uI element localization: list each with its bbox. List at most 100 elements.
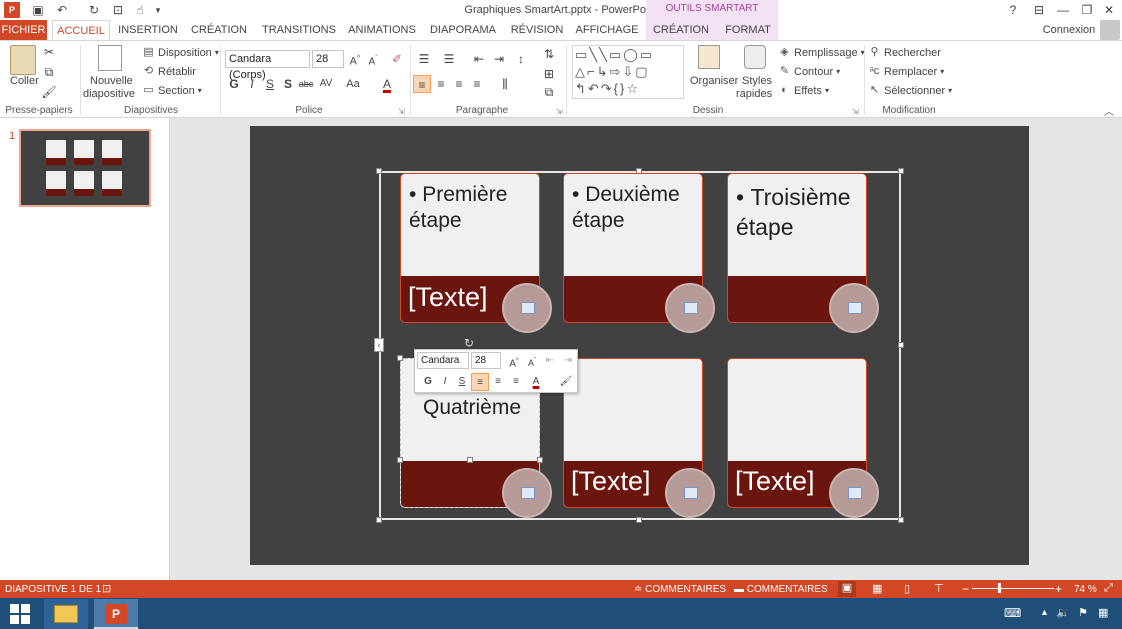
resize-handle[interactable] [636, 517, 642, 523]
picture-placeholder[interactable] [502, 468, 552, 518]
new-slide-icon[interactable] [98, 45, 122, 71]
card-bullet-text[interactable]: Quatrième [423, 395, 521, 421]
section-button[interactable]: ▭ Section ▾ [142, 84, 201, 97]
select-button[interactable]: ↖ Sélectionner ▾ [868, 84, 952, 97]
change-case-button[interactable]: Aa [344, 75, 362, 93]
shadow-button[interactable]: S [279, 75, 297, 93]
text-placeholder[interactable]: [Texte] [571, 466, 651, 497]
find-button[interactable]: ⚲ Rechercher [868, 46, 940, 59]
quick-styles-label-2[interactable]: rapides [736, 88, 772, 100]
windows-start-icon[interactable] [10, 604, 30, 624]
picture-placeholder[interactable] [502, 283, 552, 333]
network-icon[interactable]: ▦ [1098, 606, 1108, 619]
card-bullet-text[interactable]: • Deuxième étape [572, 182, 702, 234]
mini-font-combo[interactable]: Candara [417, 352, 469, 369]
new-slide-label-2[interactable]: diapositive [83, 88, 135, 100]
line-spacing-icon[interactable]: ↕ [512, 50, 530, 68]
help-button[interactable]: ? [1002, 1, 1024, 19]
shape-effects-button[interactable]: ◐ Effets ▾ [778, 84, 829, 97]
format-painter-icon[interactable]: 🖌 [40, 83, 58, 101]
strikethrough-button[interactable]: abc [297, 75, 315, 93]
tab-smartart-design[interactable]: CRÉATION [650, 20, 712, 40]
resize-handle[interactable] [898, 517, 904, 523]
mini-align-left-icon[interactable]: ≡ [471, 373, 489, 391]
align-right-icon[interactable]: ≡ [450, 75, 468, 93]
resize-handle[interactable] [898, 342, 904, 348]
mini-shrink-font-icon[interactable]: Aˇ [523, 352, 541, 370]
powerpoint-taskbar-button[interactable]: P [94, 599, 138, 629]
reset-button[interactable]: ⟲ Rétablir [142, 65, 196, 78]
shape-handle[interactable] [397, 355, 403, 361]
columns-icon[interactable]: ⫼ [496, 75, 514, 93]
paste-icon[interactable] [10, 45, 36, 75]
new-slide-label-1[interactable]: Nouvelle [90, 75, 133, 87]
comments-button[interactable]: ▬ COMMENTAIRES [734, 584, 828, 595]
align-center-icon[interactable]: ≡ [432, 75, 450, 93]
fit-to-window-icon[interactable]: ⤢ [1104, 582, 1113, 595]
keyboard-icon[interactable]: ⌨ [1004, 606, 1021, 620]
tab-transitions[interactable]: TRANSITIONS [262, 20, 336, 40]
clear-format-icon[interactable]: ✐ [388, 50, 406, 68]
tab-design[interactable]: CRÉATION [188, 20, 250, 40]
zoom-out-icon[interactable]: − [962, 582, 969, 596]
zoom-slider-thumb[interactable] [998, 583, 1001, 593]
convert-smartart-icon[interactable]: ⧉ [540, 83, 558, 101]
shape-fill-button[interactable]: ◈ Remplissage ▾ [778, 46, 864, 59]
spell-check-icon[interactable]: ⊡ [102, 582, 111, 595]
mini-bold-button[interactable]: G [419, 373, 437, 391]
bullets-icon[interactable]: ☰ [415, 50, 433, 68]
user-avatar[interactable] [1100, 20, 1120, 40]
shape-handle[interactable] [397, 457, 403, 463]
volume-icon[interactable]: 🔈 [1056, 606, 1070, 619]
close-button[interactable]: ✕ [1098, 1, 1120, 19]
notes-button[interactable]: ≐ COMMENTAIRES [634, 584, 726, 595]
tab-review[interactable]: RÉVISION [508, 20, 566, 40]
tray-expand-icon[interactable]: ▲ [1040, 607, 1049, 617]
shape-handle[interactable] [467, 457, 473, 463]
tab-view[interactable]: AFFICHAGE [574, 20, 640, 40]
copy-icon[interactable]: ⧉ [40, 63, 58, 81]
tab-animations[interactable]: ANIMATIONS [346, 20, 418, 40]
drawing-dialog-launcher-icon[interactable]: ⇲ [852, 107, 859, 116]
shape-outline-button[interactable]: ✎ Contour ▾ [778, 65, 840, 78]
font-name-combo[interactable]: Candara (Corps) [225, 50, 310, 81]
italic-button[interactable]: I [243, 75, 261, 93]
quick-styles-icon[interactable] [744, 45, 766, 69]
shrink-font-icon[interactable]: Aˇ [364, 50, 382, 68]
picture-placeholder[interactable] [665, 468, 715, 518]
font-size-combo[interactable]: 28 [312, 50, 344, 68]
cut-icon[interactable]: ✂ [40, 43, 58, 61]
align-left-icon[interactable]: ≡ [413, 75, 431, 93]
text-pane-toggle-icon[interactable]: ‹ [374, 338, 384, 352]
mini-increase-indent-icon[interactable]: ⇥ [559, 352, 577, 370]
zoom-in-icon[interactable]: + [1055, 582, 1062, 596]
card-bullet-text[interactable]: • Première étape [409, 182, 539, 234]
collapse-ribbon-icon[interactable]: ︿ [1104, 103, 1114, 118]
slide-canvas[interactable]: ‹ • Première étape • Deuxième étape • Tr… [250, 126, 1029, 565]
bold-button[interactable]: G [225, 75, 243, 93]
layout-button[interactable]: ▤ Disposition ▾ [142, 46, 219, 59]
zoom-level[interactable]: 74 % [1074, 584, 1097, 595]
restore-button[interactable]: ❐ [1076, 1, 1098, 19]
tab-insert[interactable]: INSERTION [118, 20, 178, 40]
text-direction-icon[interactable]: ⇅ [540, 45, 558, 63]
tab-smartart-format[interactable]: FORMAT [720, 20, 776, 40]
picture-placeholder[interactable] [665, 283, 715, 333]
align-text-icon[interactable]: ⊞ [540, 65, 558, 83]
mini-align-center-icon[interactable]: ≡ [489, 373, 507, 391]
mini-grow-font-icon[interactable]: A^ [505, 352, 523, 370]
action-center-flag-icon[interactable]: ⚑ [1078, 606, 1088, 619]
numbering-icon[interactable]: ☰ [440, 50, 458, 68]
justify-icon[interactable]: ≡ [468, 75, 486, 93]
paste-button[interactable]: Coller [10, 75, 39, 87]
mini-underline-button[interactable]: S [453, 373, 471, 391]
resize-handle[interactable] [376, 168, 382, 174]
mini-font-color-button[interactable]: A [527, 373, 545, 391]
card-bullet-text[interactable]: • Troisième étape [736, 182, 866, 242]
mini-align-right-icon[interactable]: ≡ [507, 373, 525, 391]
file-explorer-taskbar-button[interactable] [44, 599, 88, 629]
replace-button[interactable]: ᵃc Remplacer ▾ [868, 65, 945, 78]
picture-placeholder[interactable] [829, 468, 879, 518]
mini-italic-button[interactable]: I [436, 373, 454, 391]
arrange-icon[interactable] [698, 45, 720, 69]
